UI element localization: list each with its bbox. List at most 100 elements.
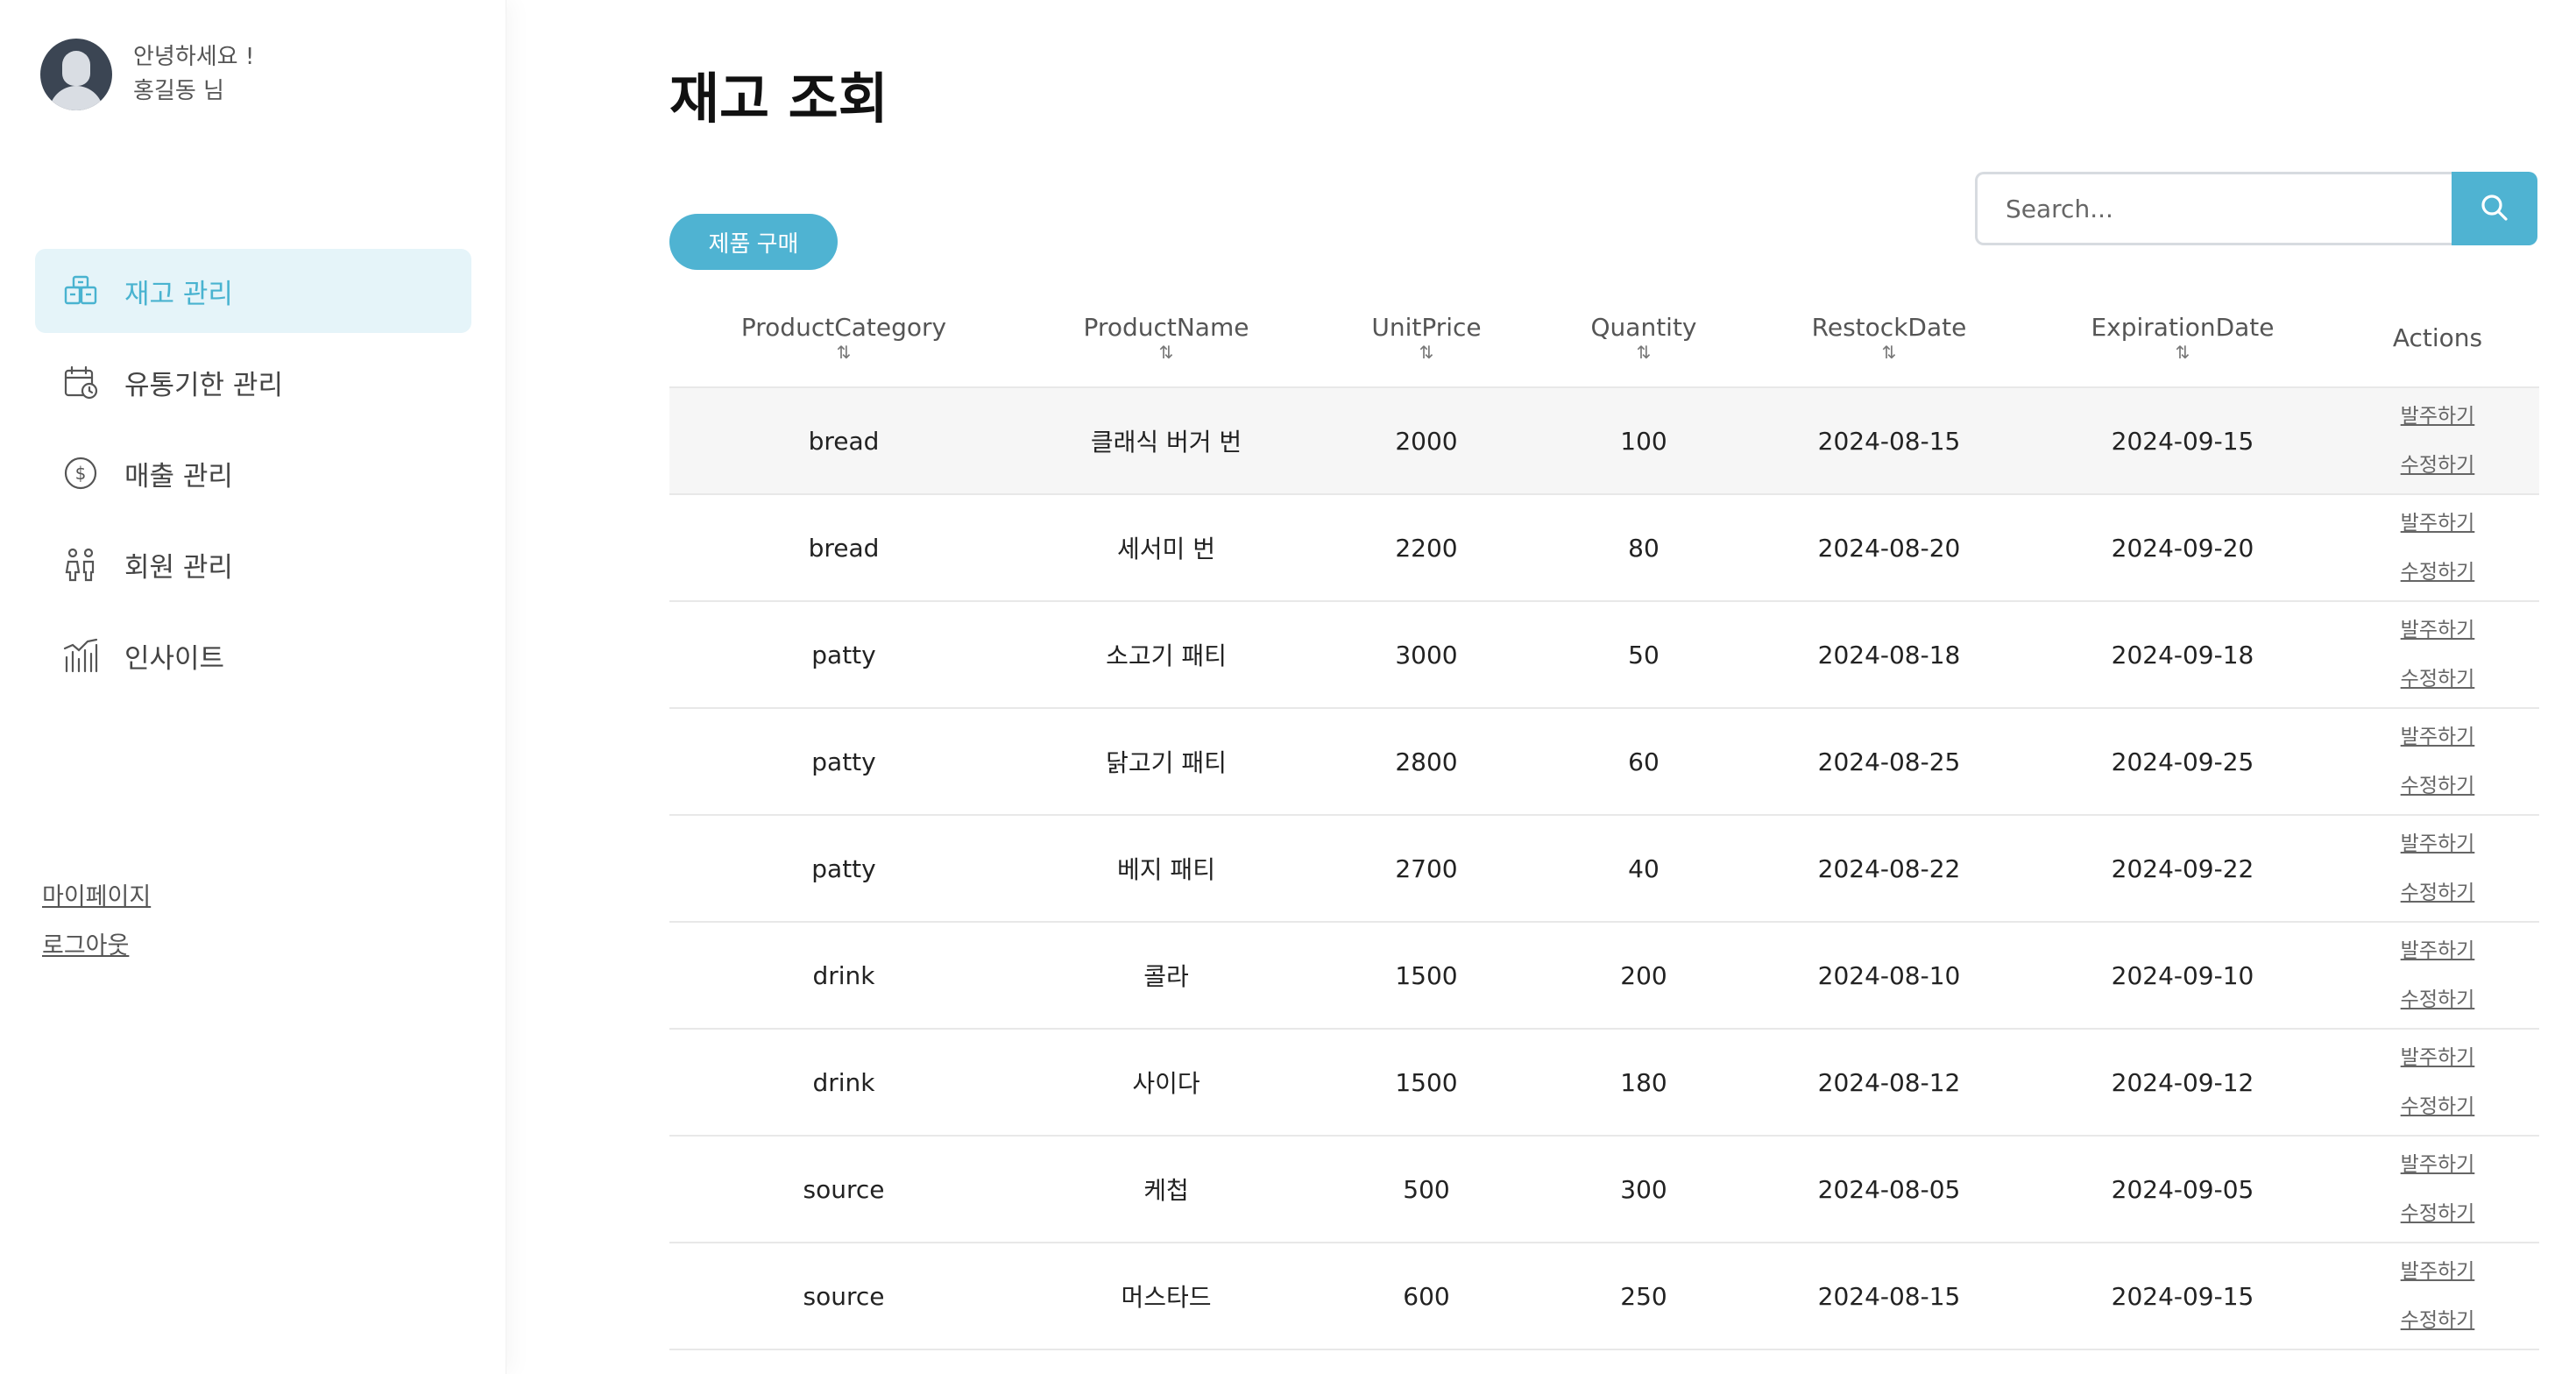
cell-expiration-date: 2024-09-05 [2029, 1136, 2336, 1243]
cell-quantity: 180 [1539, 1029, 1749, 1137]
sidebar-item-label: 회원 관리 [124, 551, 233, 584]
dollar-icon: $ [61, 454, 100, 492]
cell-product-name: 베지 패티 [1018, 815, 1314, 923]
search-button[interactable] [2452, 172, 2537, 245]
cell-quantity: 250 [1539, 1243, 1749, 1350]
cell-expiration-date: 2024-09-10 [2029, 922, 2336, 1030]
search-icon [2479, 192, 2510, 226]
account-links: 마이페이지 로그아웃 [42, 873, 151, 971]
sidebar-item-label: 매출 관리 [124, 460, 233, 492]
cell-product-name: 클래식 버거 번 [1018, 387, 1314, 495]
sidebar-item-label: 유통기한 관리 [124, 369, 283, 401]
cell-restock-date: 2024-08-12 [1749, 1029, 2029, 1137]
order-link[interactable]: 발주하기 [2336, 1140, 2539, 1189]
cell-unit-price: 2200 [1314, 494, 1539, 602]
sort-icon: ⇅ [1158, 342, 1174, 363]
cell-unit-price: 2000 [1314, 387, 1539, 495]
edit-link[interactable]: 수정하기 [2336, 441, 2539, 490]
sort-icon: ⇅ [836, 342, 852, 363]
header-expiration-date[interactable]: ExpirationDate ⇅ [2029, 289, 2336, 388]
calendar-clock-icon [61, 363, 100, 401]
header-product-category[interactable]: ProductCategory ⇅ [669, 289, 1018, 388]
order-link[interactable]: 발주하기 [2336, 819, 2539, 868]
cell-product-name: 사이다 [1018, 1029, 1314, 1137]
order-link[interactable]: 발주하기 [2336, 1247, 2539, 1296]
edit-link[interactable]: 수정하기 [2336, 548, 2539, 597]
order-link[interactable]: 발주하기 [2336, 499, 2539, 548]
sidebar-item-sales[interactable]: $ 매출 관리 [35, 431, 471, 515]
sort-icon: ⇅ [1636, 342, 1652, 363]
header-label: ProductName [1083, 313, 1249, 342]
edit-link[interactable]: 수정하기 [2336, 655, 2539, 704]
cell-category: drink [669, 922, 1018, 1030]
cell-product-name: 닭고기 패티 [1018, 708, 1314, 816]
cell-actions: 발주하기 수정하기 [2336, 922, 2539, 1030]
cell-restock-date: 2024-08-05 [1749, 1136, 2029, 1243]
table-row: bread 세서미 번 2200 80 2024-08-20 2024-09-20 발주하기… [669, 494, 2539, 602]
cell-category: patty [669, 708, 1018, 816]
cell-category: drink [669, 1029, 1018, 1137]
cell-restock-date: 2024-08-10 [1749, 922, 2029, 1030]
table-body: bread 클래식 버거 번 2000 100 2024-08-15 2024-09-15… [669, 387, 2539, 1350]
sidebar-item-insight[interactable]: 인사이트 [35, 613, 471, 698]
edit-link[interactable]: 수정하기 [2336, 761, 2539, 811]
cell-restock-date: 2024-08-20 [1749, 494, 2029, 602]
cell-actions: 발주하기 수정하기 [2336, 601, 2539, 709]
order-link[interactable]: 발주하기 [2336, 926, 2539, 975]
edit-link[interactable]: 수정하기 [2336, 975, 2539, 1024]
sidebar-item-expiration[interactable]: 유통기한 관리 [35, 340, 471, 424]
edit-link[interactable]: 수정하기 [2336, 1189, 2539, 1238]
cell-actions: 발주하기 수정하기 [2336, 494, 2539, 602]
header-restock-date[interactable]: RestockDate ⇅ [1749, 289, 2029, 388]
header-label: RestockDate [1811, 313, 1967, 342]
sidebar-nav: 재고 관리 유통기한 관리 $ 매출 관리 회원 관리 인사이트 [35, 249, 471, 705]
cell-unit-price: 2800 [1314, 708, 1539, 816]
inventory-table: ProductCategory ⇅ ProductName ⇅ UnitPrice ⇅… [669, 289, 2539, 1350]
cell-unit-price: 1500 [1314, 922, 1539, 1030]
cell-expiration-date: 2024-09-20 [2029, 494, 2336, 602]
header-unit-price[interactable]: UnitPrice ⇅ [1314, 289, 1539, 388]
edit-link[interactable]: 수정하기 [2336, 1296, 2539, 1345]
cell-restock-date: 2024-08-18 [1749, 601, 2029, 709]
cell-category: patty [669, 601, 1018, 709]
logout-link[interactable]: 로그아웃 [42, 922, 151, 971]
inventory-icon [61, 272, 100, 310]
cell-quantity: 200 [1539, 922, 1749, 1030]
edit-link[interactable]: 수정하기 [2336, 868, 2539, 917]
search-bar [1975, 172, 2537, 245]
header-label: Actions [2392, 323, 2483, 352]
table-row: bread 클래식 버거 번 2000 100 2024-08-15 2024-09-15… [669, 387, 2539, 495]
header-quantity[interactable]: Quantity ⇅ [1539, 289, 1749, 388]
table-row: patty 베지 패티 2700 40 2024-08-22 2024-09-22 발주하기… [669, 815, 2539, 923]
header-label: UnitPrice [1371, 313, 1482, 342]
cell-unit-price: 1500 [1314, 1029, 1539, 1137]
cell-restock-date: 2024-08-15 [1749, 387, 2029, 495]
members-icon [61, 545, 100, 584]
sidebar-item-members[interactable]: 회원 관리 [35, 522, 471, 606]
cell-unit-price: 3000 [1314, 601, 1539, 709]
cell-actions: 발주하기 수정하기 [2336, 1136, 2539, 1243]
edit-link[interactable]: 수정하기 [2336, 1082, 2539, 1131]
cell-restock-date: 2024-08-25 [1749, 708, 2029, 816]
header-product-name[interactable]: ProductName ⇅ [1018, 289, 1314, 388]
insight-chart-icon [61, 636, 100, 675]
order-link[interactable]: 발주하기 [2336, 712, 2539, 761]
search-input[interactable] [1975, 172, 2452, 245]
order-link[interactable]: 발주하기 [2336, 1033, 2539, 1082]
cell-actions: 발주하기 수정하기 [2336, 1243, 2539, 1350]
cell-unit-price: 500 [1314, 1136, 1539, 1243]
order-link[interactable]: 발주하기 [2336, 392, 2539, 441]
buy-product-button[interactable]: 제품 구매 [669, 214, 838, 270]
cell-expiration-date: 2024-09-15 [2029, 1243, 2336, 1350]
avatar [40, 39, 112, 110]
sort-icon: ⇅ [2175, 342, 2190, 363]
header-label: Quantity [1590, 313, 1697, 342]
sidebar-item-label: 재고 관리 [124, 278, 233, 310]
cell-product-name: 소고기 패티 [1018, 601, 1314, 709]
mypage-link[interactable]: 마이페이지 [42, 873, 151, 922]
sidebar-item-inventory[interactable]: 재고 관리 [35, 249, 471, 333]
order-link[interactable]: 발주하기 [2336, 606, 2539, 655]
sidebar: 안녕하세요 ! 홍길동 님 재고 관리 유통기한 관리 $ 매출 관리 회원 관… [0, 0, 506, 1374]
greeting-text: 안녕하세요 ! [133, 44, 255, 70]
cell-quantity: 60 [1539, 708, 1749, 816]
